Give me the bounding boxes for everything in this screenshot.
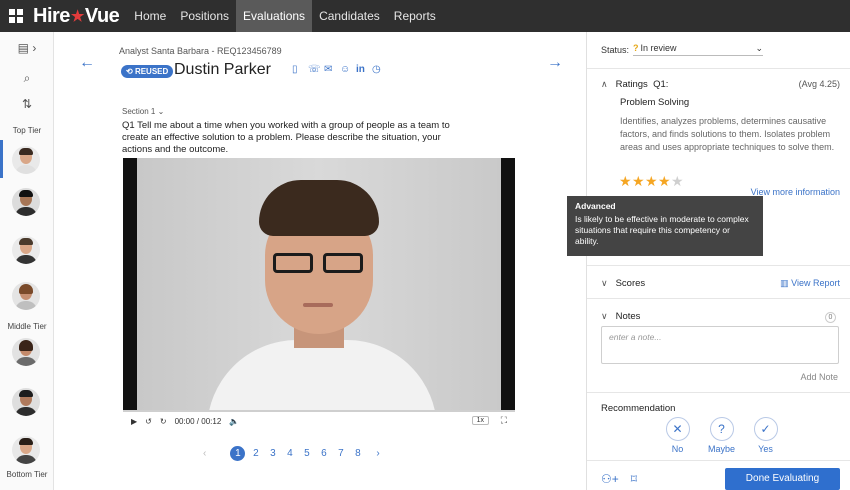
avatar[interactable]: [12, 436, 40, 464]
video-frame: [137, 158, 501, 410]
top-nav-bar: Hire ★ Vue Home Positions Evaluations Cand…: [0, 0, 850, 32]
star-icon[interactable]: ★: [619, 173, 632, 190]
play-icon[interactable]: ▶: [131, 417, 137, 426]
time-display: 00:00 / 00:12: [174, 416, 222, 426]
profile-icon[interactable]: ☺: [340, 64, 350, 76]
previous-candidate-arrow-icon[interactable]: ←: [79, 54, 95, 72]
star-icon[interactable]: ★: [671, 173, 684, 190]
panel-actions: ⚇+ ⌑: [601, 472, 637, 486]
question-pager: ‹ 1 2 3 4 5 6 7 8 ›: [203, 446, 380, 461]
pager-prev-icon[interactable]: ‹: [203, 448, 206, 459]
pager-next-icon[interactable]: ›: [376, 448, 379, 459]
list-view-icon[interactable]: ▤ ›: [0, 38, 54, 58]
status-row: Status: ? In review ⌄: [601, 43, 764, 56]
close-icon: ✕: [665, 417, 690, 441]
chart-icon: ▥: [780, 278, 789, 288]
chevron-down-icon: ∨: [601, 278, 608, 288]
nav-candidates[interactable]: Candidates: [312, 0, 387, 32]
page-5[interactable]: 5: [298, 448, 315, 459]
fullscreen-icon[interactable]: ⛶: [501, 415, 507, 426]
active-candidate-indicator: [0, 140, 3, 178]
rating-tooltip: Advanced Is likely to be effective in mo…: [567, 196, 763, 256]
page-7[interactable]: 7: [332, 448, 349, 459]
tier-label-top: Top Tier: [12, 126, 42, 135]
candidate-name: Dustin Parker: [174, 61, 271, 78]
page-4[interactable]: 4: [281, 448, 298, 459]
done-evaluating-button[interactable]: Done Evaluating: [725, 468, 840, 490]
avatar[interactable]: [12, 146, 40, 174]
avatar[interactable]: [12, 338, 40, 366]
question-text: Q1 Tell me about a time when you worked …: [122, 120, 450, 155]
contact-icons: ▯ ☏ ✉ ☺ in ◷: [292, 64, 382, 76]
tier-label-middle: Middle Tier: [7, 322, 47, 331]
main-nav: Home Positions Evaluations Candidates Re…: [127, 0, 443, 32]
competency-title: Problem Solving: [620, 97, 690, 108]
recommend-maybe-button[interactable]: ? Maybe: [705, 417, 738, 454]
avatar[interactable]: [12, 188, 40, 216]
nav-positions[interactable]: Positions: [173, 0, 236, 32]
competency-description: Identifies, analyzes problems, determine…: [620, 116, 835, 152]
email-icon[interactable]: ✉: [324, 64, 334, 76]
avatar[interactable]: [12, 236, 40, 264]
star-icon[interactable]: ★: [645, 173, 658, 190]
notes-header[interactable]: ∨ Notes: [601, 311, 640, 322]
search-icon[interactable]: ⌕: [0, 68, 54, 88]
status-dropdown[interactable]: ? In review ⌄: [633, 43, 764, 56]
star-icon[interactable]: ★: [658, 173, 671, 190]
chevron-up-icon: ∧: [601, 79, 608, 89]
chevron-down-icon: ⌄: [755, 43, 764, 53]
star-icon[interactable]: ★: [632, 173, 645, 190]
forward-icon[interactable]: ↻: [160, 417, 167, 426]
question-icon: ?: [709, 417, 734, 441]
avatar[interactable]: [12, 282, 40, 310]
add-note-button[interactable]: Add Note: [800, 372, 838, 382]
nav-reports[interactable]: Reports: [387, 0, 443, 32]
sort-icon[interactable]: ⇅: [0, 94, 54, 114]
playback-speed[interactable]: 1x: [471, 416, 489, 425]
star-rating[interactable]: ★ ★ ★ ★ ★: [619, 173, 684, 190]
evaluation-main: ← Analyst Santa Barbara - REQ123456789 ⟲…: [55, 32, 585, 490]
recommend-yes-button[interactable]: ✓ Yes: [749, 417, 782, 454]
requisition-label: Analyst Santa Barbara - REQ123456789: [119, 46, 282, 56]
video-player[interactable]: [123, 158, 515, 410]
page-8[interactable]: 8: [349, 448, 366, 459]
evaluation-panel: Status: ? In review ⌄ ∧ Ratings Q1: (Avg 4…: [567, 32, 850, 490]
ratings-header[interactable]: ∧ Ratings Q1:: [601, 79, 668, 90]
tag-icon[interactable]: ⌑: [631, 472, 637, 486]
recommendation-label: Recommendation: [601, 403, 676, 414]
resume-icon[interactable]: ▯: [292, 64, 302, 76]
next-candidate-arrow-icon[interactable]: →: [547, 54, 563, 72]
volume-icon[interactable]: 🔈: [229, 417, 239, 426]
phone-icon[interactable]: ☏: [308, 64, 321, 76]
brand-logo[interactable]: Hire ★ Vue: [33, 5, 120, 28]
notes-count-badge: 0: [825, 312, 836, 323]
check-icon: ✓: [753, 417, 778, 441]
note-input[interactable]: enter a note...: [601, 326, 839, 364]
page-6[interactable]: 6: [315, 448, 332, 459]
page-3[interactable]: 3: [264, 448, 281, 459]
section-selector[interactable]: Section 1 ⌄: [122, 107, 164, 116]
page-1[interactable]: 1: [230, 446, 246, 461]
rating-average: (Avg 4.25): [798, 79, 840, 89]
rewind-icon[interactable]: ↺: [145, 417, 152, 426]
in-review-icon: ?: [633, 43, 639, 53]
tier-label-bottom: Bottom Tier: [6, 470, 48, 479]
linkedin-icon[interactable]: in: [356, 64, 366, 76]
reused-badge: ⟲ REUSED: [121, 65, 174, 78]
view-more-link[interactable]: View more information: [751, 187, 840, 197]
nav-evaluations[interactable]: Evaluations: [236, 0, 313, 32]
recommendation-options: ✕ No ? Maybe ✓ Yes: [661, 417, 782, 454]
candidate-rail: ▤ › ⌕ ⇅ Top Tier Middle Tier Bottom Tier: [0, 32, 54, 490]
view-report-link[interactable]: ▥ View Report: [780, 278, 840, 289]
chevron-down-icon: ∨: [601, 311, 608, 321]
avatar[interactable]: [12, 388, 40, 416]
add-user-icon[interactable]: ⚇+: [601, 472, 619, 486]
scores-header[interactable]: ∨ Scores: [601, 278, 645, 289]
app-grid-icon[interactable]: [9, 9, 23, 23]
nav-home[interactable]: Home: [127, 0, 173, 32]
history-icon[interactable]: ◷: [372, 64, 382, 76]
recommend-no-button[interactable]: ✕ No: [661, 417, 694, 454]
video-controls: ▶ ↺ ↻ 00:00 / 00:12 🔈 1x ⛶: [123, 410, 515, 430]
page-2[interactable]: 2: [247, 448, 264, 459]
